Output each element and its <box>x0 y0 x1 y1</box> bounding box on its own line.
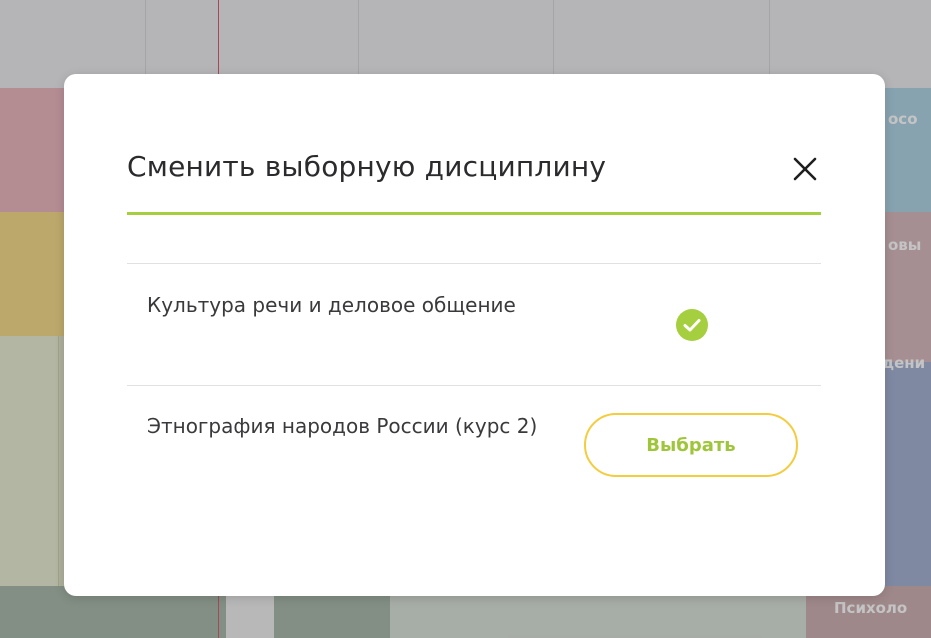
choose-button[interactable]: Выбрать <box>584 413 798 477</box>
change-elective-modal: Сменить выборную дисциплину Культура реч… <box>64 74 885 596</box>
elective-item-label: Этнография народов России (курс 2) <box>147 414 538 438</box>
close-icon <box>793 157 817 181</box>
close-button[interactable] <box>788 152 822 186</box>
title-underline <box>127 212 821 215</box>
elective-item-label: Культура речи и деловое общение <box>147 293 516 317</box>
modal-title: Сменить выборную дисциплину <box>127 150 607 183</box>
selected-status <box>675 308 709 342</box>
schedule-page: осо овы дени Психоло Сменить выборную ди… <box>0 0 931 638</box>
list-divider <box>127 385 821 386</box>
list-divider <box>127 263 821 264</box>
check-circle-icon <box>676 309 708 341</box>
